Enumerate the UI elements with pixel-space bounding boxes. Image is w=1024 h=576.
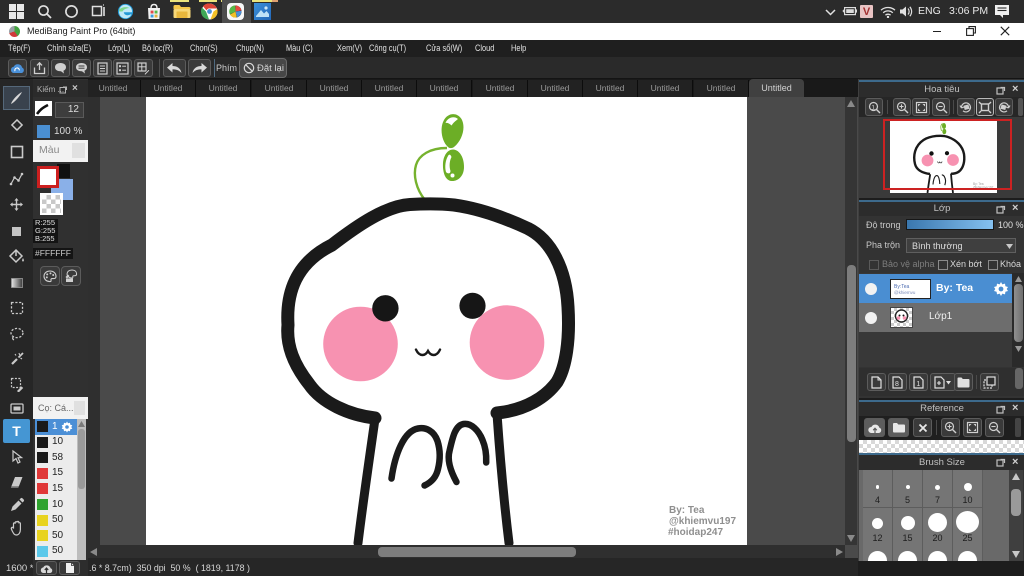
- svg-text:1: 1: [916, 381, 920, 388]
- svg-text:8: 8: [895, 381, 899, 388]
- svg-text:@khiemvu: @khiemvu: [894, 290, 916, 295]
- svg-text:By: Tea: By: Tea: [669, 505, 705, 516]
- svg-text:#hoidap247: #hoidap247: [668, 527, 723, 538]
- svg-text:1: 1: [871, 104, 875, 111]
- svg-text:@khiemvu197: @khiemvu197: [669, 516, 736, 527]
